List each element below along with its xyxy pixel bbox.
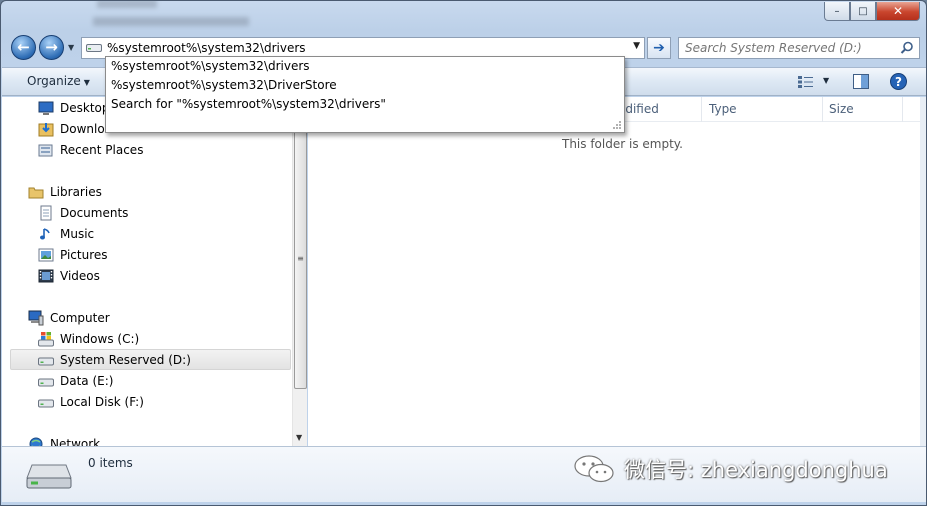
nav-item-label: Recent Places	[60, 142, 144, 157]
drive-icon	[86, 44, 102, 52]
content-scrollbar[interactable]	[920, 97, 926, 446]
minimize-button[interactable]: –	[824, 2, 850, 21]
go-button[interactable]: ➔	[647, 37, 671, 59]
nav-item-network[interactable]: Network	[28, 433, 100, 446]
preview-pane-icon[interactable]	[853, 74, 869, 89]
column-divider[interactable]	[902, 97, 903, 122]
svg-text:?: ?	[895, 75, 902, 89]
organize-label: Organize	[27, 74, 81, 88]
scroll-down-arrow-icon[interactable]: ▼	[296, 433, 302, 442]
nav-item-label: Videos	[60, 268, 100, 283]
recent-pages-dropdown[interactable]: ▼	[68, 43, 74, 52]
recent-places-icon	[38, 144, 53, 156]
drive-icon	[38, 399, 54, 407]
desktop-icon	[38, 101, 54, 115]
videos-icon	[38, 269, 54, 282]
blurred-background-text	[93, 17, 249, 26]
maximize-button[interactable]: □	[850, 2, 876, 21]
file-list-pane[interactable]: odified Type Size This folder is empty.	[308, 97, 920, 446]
back-button[interactable]: ←	[11, 35, 36, 60]
nav-item-windows-c[interactable]: Windows (C:)	[38, 328, 139, 349]
downloads-icon	[38, 122, 54, 136]
watermark-text: 微信号: zhexiangdonghua	[624, 458, 888, 482]
nav-item-label: System Reserved (D:)	[60, 352, 191, 367]
go-arrow-icon: ➔	[653, 40, 665, 56]
arrow-right-icon: →	[45, 38, 58, 56]
documents-icon	[40, 205, 52, 220]
nav-item-label: Computer	[50, 310, 110, 325]
scroll-thumb[interactable]: ≡	[294, 127, 307, 389]
music-icon	[40, 227, 50, 239]
resize-grip-icon[interactable]	[612, 120, 622, 130]
nav-item-label: Local Disk (F:)	[60, 394, 144, 409]
windows-drive-icon	[38, 331, 54, 346]
computer-icon	[28, 310, 44, 325]
nav-item-videos[interactable]: Videos	[38, 265, 100, 286]
change-view-icon[interactable]	[797, 75, 815, 89]
nav-item-label: Music	[60, 226, 95, 241]
nav-item-computer[interactable]: Computer	[28, 307, 110, 328]
autocomplete-search-suggestion[interactable]: Search for "%systemroot%\system32\driver…	[111, 95, 386, 114]
nav-item-music[interactable]: Music	[38, 223, 94, 244]
arrow-left-icon: ←	[17, 38, 30, 56]
libraries-icon	[28, 187, 44, 198]
address-autocomplete-dropdown[interactable]: %systemroot%\system32\drivers %systemroo…	[105, 56, 625, 133]
pictures-icon	[38, 248, 54, 261]
nav-item-label: Documents	[60, 205, 129, 220]
navigation-scrollbar[interactable]: ≡ ▼	[292, 97, 307, 446]
explorer-window: – □ ✕ ← → ▼ ▼ ➔ Organize▼	[0, 0, 927, 506]
nav-item-label: Libraries	[50, 184, 102, 199]
nav-item-pictures[interactable]: Pictures	[38, 244, 108, 265]
search-icon[interactable]	[900, 41, 914, 55]
nav-item-libraries[interactable]: Libraries	[28, 181, 102, 202]
details-pane: 0 items 微信号: zhexiangdonghua	[2, 446, 926, 502]
close-button[interactable]: ✕	[876, 2, 920, 21]
nav-item-label: Pictures	[60, 247, 108, 262]
empty-folder-message: This folder is empty.	[562, 137, 683, 151]
nav-item-label: Windows (C:)	[60, 331, 140, 346]
drive-icon	[38, 378, 54, 386]
autocomplete-suggestion[interactable]: %systemroot%\system32\DriverStore	[111, 76, 337, 95]
chevron-down-icon: ▼	[83, 78, 90, 87]
organize-button[interactable]: Organize ▼	[27, 74, 90, 88]
watermark: 微信号: zhexiangdonghua	[572, 454, 888, 484]
help-icon[interactable]: ?	[890, 73, 907, 90]
navigation-pane[interactable]: Desktop Downloads Recent Places Librarie…	[2, 97, 307, 446]
wechat-logo-icon	[574, 455, 614, 483]
chevron-down-icon[interactable]: ▼	[633, 41, 640, 51]
search-input[interactable]	[679, 41, 891, 55]
nav-item-label: Desktop	[60, 100, 110, 115]
drive-icon	[38, 357, 54, 365]
column-size[interactable]: Size	[829, 102, 854, 116]
caption-buttons: – □ ✕	[824, 2, 920, 21]
forward-button[interactable]: →	[39, 35, 64, 60]
network-icon	[29, 437, 43, 446]
nav-item-system-reserved-d[interactable]: System Reserved (D:)	[38, 349, 191, 370]
nav-item-local-disk-f[interactable]: Local Disk (F:)	[38, 391, 144, 412]
column-type[interactable]: Type	[709, 102, 737, 116]
autocomplete-suggestion[interactable]: %systemroot%\system32\drivers	[111, 57, 310, 76]
nav-item-data-e[interactable]: Data (E:)	[38, 370, 113, 391]
address-input[interactable]	[107, 41, 627, 55]
view-options-chevron-icon[interactable]: ▼	[823, 76, 829, 85]
blurred-background-text	[97, 1, 157, 8]
nav-item-desktop[interactable]: Desktop	[38, 97, 110, 118]
drive-icon	[26, 464, 72, 489]
nav-item-label: Network	[50, 436, 101, 447]
search-box[interactable]	[678, 37, 920, 59]
nav-item-label: Data (E:)	[60, 373, 114, 388]
column-divider[interactable]	[822, 97, 823, 122]
nav-item-documents[interactable]: Documents	[38, 202, 128, 223]
column-divider[interactable]	[701, 97, 702, 122]
item-count: 0 items	[88, 456, 133, 470]
nav-item-recent-places[interactable]: Recent Places	[38, 139, 143, 160]
